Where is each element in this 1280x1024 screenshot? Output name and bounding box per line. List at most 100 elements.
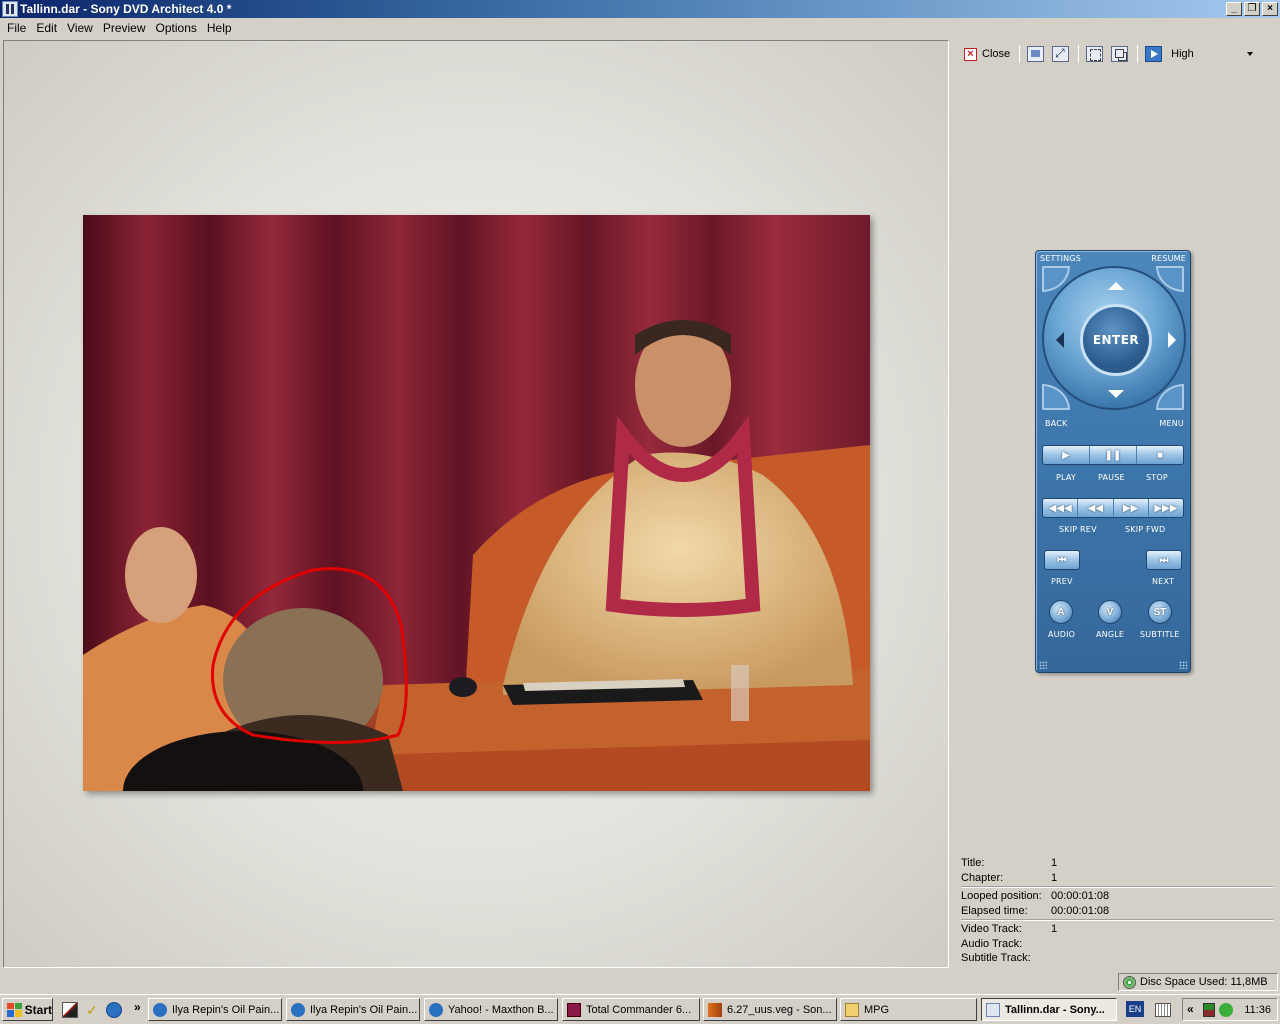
quick-launch-check-icon[interactable]: ✓ <box>84 1002 100 1018</box>
fast-rewind-button[interactable]: ◀◀◀ <box>1043 499 1079 517</box>
subtitle-button[interactable]: ST <box>1148 600 1172 624</box>
window-title: Tallinn.dar - Sony DVD Architect 4.0 * <box>20 2 232 16</box>
taskbar-item[interactable]: Ilya Repin's Oil Pain... <box>286 998 420 1021</box>
stop-button[interactable]: ■ <box>1137 446 1183 464</box>
forward-button[interactable]: ▶▶ <box>1114 499 1149 517</box>
play-icon <box>1145 46 1163 62</box>
angle-button[interactable]: V <box>1098 600 1122 624</box>
arrow-left-icon[interactable] <box>1056 332 1064 348</box>
simulate-button[interactable] <box>1142 44 1165 64</box>
disc-space-indicator: Disc Space Used: 11,8MB <box>1118 973 1278 991</box>
pause-button[interactable]: ❚❚ <box>1090 446 1137 464</box>
tray-expand-arrow[interactable]: « <box>1187 1002 1194 1016</box>
chapter-value: 1 <box>1051 871 1058 884</box>
playback-info: Title: 1 Chapter: 1 Looped position: 00:00:… <box>961 856 1273 966</box>
windows-logo-icon <box>7 1002 22 1017</box>
window-controls: _ ❐ × <box>1226 2 1278 16</box>
subtitle-icon: ST <box>1153 606 1167 618</box>
arrow-up-icon[interactable] <box>1108 282 1124 290</box>
quick-launch-maxthon-icon[interactable] <box>106 1002 122 1018</box>
taskbar-item[interactable]: 6.27_uus.veg - Son... <box>703 998 837 1021</box>
clock: 11:36 <box>1244 1003 1271 1016</box>
taskbar-item[interactable]: MPG <box>840 998 977 1021</box>
stop-label: STOP <box>1146 473 1168 482</box>
taskbar-item-label: Tallinn.dar - Sony... <box>1005 1003 1105 1016</box>
menu-label: MENU <box>1159 419 1184 428</box>
prev-button[interactable]: ⏮ <box>1044 550 1080 570</box>
maxthon-icon <box>291 1002 305 1017</box>
skip-rev-label: SKIP REV <box>1059 525 1097 534</box>
quick-launch-pen-icon[interactable] <box>62 1002 78 1018</box>
next-button[interactable]: ⏭ <box>1146 550 1182 570</box>
toolbar-separator <box>1078 45 1080 63</box>
full-screen-button[interactable] <box>1049 44 1072 64</box>
disc-space-label: Disc Space Used: 11,8MB <box>1140 976 1268 988</box>
taskbar-item-label: Ilya Repin's Oil Pain... <box>172 1003 280 1016</box>
minimize-button[interactable]: _ <box>1226 2 1242 16</box>
arrow-right-icon[interactable] <box>1168 332 1176 348</box>
audio-button[interactable]: A <box>1049 600 1073 624</box>
taskbar-item-label: 6.27_uus.veg - Son... <box>727 1003 832 1016</box>
fast-forward-button[interactable]: ▶▶▶ <box>1149 499 1183 517</box>
menu-bar: File Edit View Preview Options Help <box>0 18 1280 38</box>
taskbar: Start ✓ » Ilya Repin's Oil Pain... Ilya … <box>0 994 1280 1024</box>
menu-preview[interactable]: Preview <box>98 21 151 35</box>
fast-rewind-icon: ◀◀◀ <box>1048 502 1072 514</box>
resize-grip-right[interactable] <box>1179 661 1187 669</box>
taskbar-item-active[interactable]: Tallinn.dar - Sony... <box>981 998 1117 1021</box>
preview-area <box>3 40 949 968</box>
chapter-key: Chapter: <box>961 871 1004 884</box>
app-icon[interactable] <box>2 1 18 17</box>
menu-file[interactable]: File <box>2 21 31 35</box>
elapsed-key: Elapsed time: <box>961 904 1028 917</box>
fast-forward-icon: ▶▶▶ <box>1154 502 1178 514</box>
pause-label: PAUSE <box>1098 473 1125 482</box>
quick-launch-overflow[interactable]: » <box>134 1000 141 1014</box>
back-label: BACK <box>1045 419 1068 428</box>
subtitle-track-row: Subtitle Track: <box>961 951 1273 966</box>
taskbar-item[interactable]: Yahoo! - Maxthon B... <box>424 998 558 1021</box>
disc-icon <box>1123 975 1136 989</box>
taskbar-item-label: MPG <box>864 1003 890 1016</box>
enter-button[interactable]: ENTER <box>1080 304 1152 376</box>
close-label: Close <box>982 48 1011 60</box>
language-indicator[interactable]: EN <box>1126 1001 1144 1017</box>
skip-previous-icon: ⏮ <box>1057 554 1067 566</box>
menu-options[interactable]: Options <box>151 21 202 35</box>
play-button[interactable]: ▶ <box>1043 446 1090 464</box>
copy-snapshot-button[interactable] <box>1108 44 1131 64</box>
video-frame[interactable] <box>83 215 870 791</box>
rewind-button[interactable]: ◀◀ <box>1078 499 1114 517</box>
menu-help[interactable]: Help <box>202 21 237 35</box>
rewind-icon: ◀◀ <box>1087 502 1104 514</box>
taskbar-item-label: Yahoo! - Maxthon B... <box>448 1003 554 1016</box>
antivirus-icon[interactable] <box>1219 1003 1233 1017</box>
start-button[interactable]: Start <box>2 998 53 1021</box>
copy-icon <box>1111 46 1129 62</box>
resize-grip-left[interactable] <box>1039 661 1047 669</box>
settings-label: SETTINGS <box>1040 254 1081 263</box>
close-preview-button[interactable]: × Close <box>961 44 1013 64</box>
menu-edit[interactable]: Edit <box>31 21 62 35</box>
taskbar-item[interactable]: Ilya Repin's Oil Pain... <box>148 998 282 1021</box>
chevron-down-icon <box>1247 52 1254 56</box>
looped-key: Looped position: <box>961 890 1042 903</box>
keyboard-icon[interactable] <box>1155 1003 1171 1017</box>
maxthon-icon <box>429 1002 443 1017</box>
menu-view[interactable]: View <box>62 21 98 35</box>
taskbar-item[interactable]: Total Commander 6... <box>562 998 700 1021</box>
close-window-button[interactable]: × <box>1262 2 1278 16</box>
title-bar: Tallinn.dar - Sony DVD Architect 4.0 * _… <box>0 0 1280 18</box>
safe-area-button[interactable] <box>1083 44 1106 64</box>
next-label: NEXT <box>1152 577 1175 586</box>
arrow-down-icon[interactable] <box>1108 390 1124 398</box>
taskbar-item-label: Ilya Repin's Oil Pain... <box>310 1003 418 1016</box>
preview-quality-select[interactable]: High <box>1171 45 1261 63</box>
network-meter-icon[interactable] <box>1203 1003 1215 1017</box>
skip-next-icon: ⏭ <box>1159 554 1169 566</box>
video-monitor-button[interactable] <box>1024 44 1047 64</box>
restore-button[interactable]: ❐ <box>1244 2 1260 16</box>
status-bar: Disc Space Used: 11,8MB <box>0 972 1280 992</box>
monitor-icon <box>1027 46 1045 62</box>
quality-value: High <box>1171 48 1194 60</box>
